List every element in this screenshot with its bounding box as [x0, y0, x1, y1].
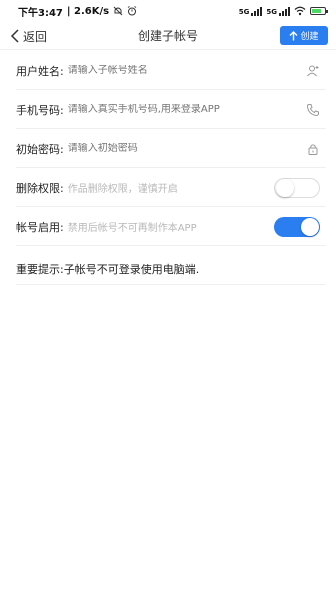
account-enabled-row: 帐号启用: 禁用后帐号不可再制作本APP: [16, 208, 326, 246]
toggle-knob: [276, 179, 294, 197]
signal-icon-2: 5G: [266, 7, 290, 16]
create-button[interactable]: 创建: [280, 26, 328, 45]
account-enabled-toggle[interactable]: [274, 217, 320, 237]
status-right: 5G 5G: [239, 6, 326, 16]
password-input[interactable]: [68, 143, 326, 154]
nav-bar: 返回 创建子帐号 创建: [0, 22, 336, 50]
alarm-icon: [127, 6, 137, 16]
wifi-icon: [294, 6, 306, 16]
signal-label: 5G: [239, 8, 250, 16]
create-label: 创建: [300, 29, 318, 42]
delete-permission-row: 删除权限: 作品删除权限，谨慎开启: [16, 169, 326, 207]
status-net-speed: | 2.6K/s: [67, 6, 109, 17]
username-label: 用户姓名:: [16, 63, 64, 79]
username-input[interactable]: [68, 65, 326, 76]
phone-row: 手机号码:: [16, 91, 326, 129]
lock-icon: [306, 142, 320, 156]
username-row: 用户姓名:: [16, 52, 326, 90]
status-bar: 下午3:47 | 2.6K/s 5G 5G: [0, 0, 336, 22]
password-label: 初始密码:: [16, 141, 64, 157]
signal-label-2: 5G: [266, 8, 277, 16]
account-enabled-label: 帐号启用:: [16, 219, 64, 235]
delete-permission-label: 删除权限:: [16, 180, 64, 196]
battery-level: [312, 9, 321, 13]
arrow-up-icon: [289, 31, 298, 41]
password-row: 初始密码:: [16, 130, 326, 168]
delete-permission-toggle[interactable]: [274, 178, 320, 198]
battery-icon: [310, 7, 326, 15]
phone-input[interactable]: [68, 104, 326, 115]
phone-icon: [306, 103, 320, 117]
phone-label: 手机号码:: [16, 102, 64, 118]
signal-icon: 5G: [239, 7, 263, 16]
status-left: 下午3:47 | 2.6K/s: [18, 4, 137, 19]
mute-icon: [113, 6, 123, 16]
screen: 下午3:47 | 2.6K/s 5G 5G: [0, 0, 336, 600]
status-time: 下午3:47: [18, 4, 63, 19]
toggle-knob: [301, 218, 319, 236]
user-add-icon: [306, 64, 320, 78]
important-notice: 重要提示:子帐号不可登录使用电脑端.: [16, 253, 326, 285]
